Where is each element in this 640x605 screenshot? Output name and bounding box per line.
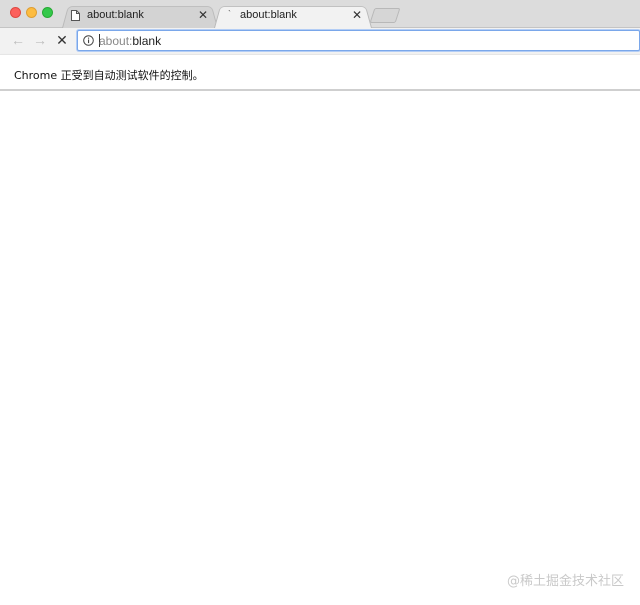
stop-loading-icon[interactable]: ✕ — [53, 31, 71, 49]
tab-2[interactable]: ` about:blank ✕ — [214, 4, 372, 28]
browser-window: about:blank ✕ ` about:blank ✕ ← → ✕ abou… — [0, 0, 640, 605]
tab-2-close-icon[interactable]: ✕ — [352, 8, 362, 22]
window-minimize-button[interactable] — [26, 7, 37, 18]
info-icon[interactable] — [83, 35, 94, 46]
url-scheme: about: — [99, 34, 133, 48]
window-close-button[interactable] — [10, 7, 21, 18]
tab-strip: about:blank ✕ ` about:blank ✕ — [0, 0, 640, 28]
tab-2-title: about:blank — [240, 9, 297, 21]
toolbar: ← → ✕ about:blank — [0, 28, 640, 54]
automation-infobar: Chrome 正受到自动测试软件的控制。 — [0, 54, 640, 91]
infobar-message: Chrome 正受到自动测试软件的控制。 — [14, 69, 204, 82]
tab-1-title: about:blank — [87, 9, 144, 21]
window-maximize-button[interactable] — [42, 7, 53, 18]
address-bar[interactable]: about:blank — [77, 30, 640, 51]
tab-1-close-icon[interactable]: ✕ — [198, 8, 208, 22]
tab-1[interactable]: about:blank ✕ — [62, 4, 218, 28]
document-icon — [71, 10, 80, 21]
back-arrow-icon[interactable]: ← — [9, 31, 27, 49]
forward-arrow-icon[interactable]: → — [31, 31, 49, 49]
loading-spinner-icon: ` — [228, 9, 231, 19]
new-tab-button[interactable] — [369, 8, 401, 23]
address-bar-url[interactable]: about:blank — [99, 34, 161, 48]
watermark: @稀土掘金技术社区 — [506, 574, 624, 589]
url-path: blank — [132, 34, 162, 48]
page-content: @稀土掘金技术社区 — [0, 91, 640, 605]
